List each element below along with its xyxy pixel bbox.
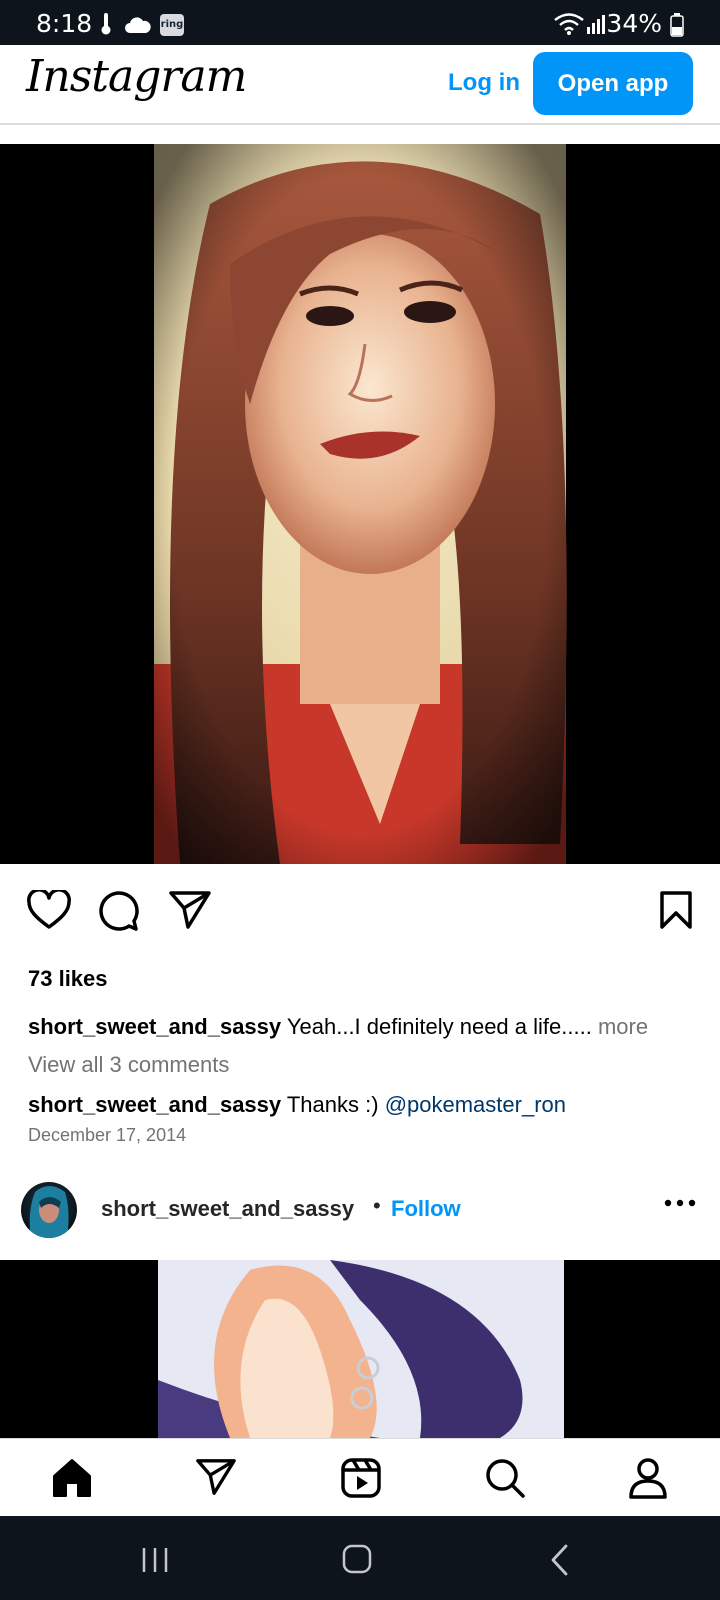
open-app-button[interactable]: Open app <box>533 52 693 115</box>
status-time: 8:18 <box>36 9 93 38</box>
comment: short_sweet_and_sassy Thanks :) @pokemas… <box>28 1092 566 1118</box>
share-icon[interactable] <box>168 890 212 930</box>
comment-username[interactable]: short_sweet_and_sassy <box>28 1092 281 1117</box>
more-link[interactable]: more <box>598 1014 648 1039</box>
feather-photo <box>158 1260 564 1438</box>
view-all-comments-link[interactable]: View all 3 comments <box>28 1052 229 1078</box>
separator-dot: • <box>373 1193 381 1218</box>
caption-text: Yeah...I definitely need a life..... <box>286 1014 592 1039</box>
wifi-icon <box>554 13 584 35</box>
heart-icon[interactable] <box>27 890 71 930</box>
post-actions <box>0 890 720 946</box>
direct-icon[interactable] <box>195 1457 237 1497</box>
likes-count[interactable]: 73 likes <box>28 966 108 992</box>
top-bar: Instagram Log in Open app <box>0 45 720 125</box>
bottom-tab-bar <box>0 1438 720 1517</box>
post-image-2[interactable] <box>0 1260 720 1438</box>
home-nav-icon[interactable] <box>342 1544 372 1574</box>
follow-button[interactable]: Follow <box>391 1196 461 1222</box>
bookmark-icon[interactable] <box>659 890 693 930</box>
home-icon[interactable] <box>51 1457 93 1499</box>
portrait-photo <box>154 144 567 864</box>
comment-mention[interactable]: @pokemaster_ron <box>385 1092 566 1117</box>
reels-icon[interactable] <box>340 1457 382 1499</box>
system-navigation-bar <box>0 1516 720 1600</box>
recents-icon[interactable] <box>141 1546 171 1574</box>
ring-app-icon: ring <box>160 14 184 36</box>
more-options-icon[interactable] <box>664 1198 696 1208</box>
cloud-icon <box>125 17 151 33</box>
comment-icon[interactable] <box>97 890 139 932</box>
post-caption: short_sweet_and_sassy Yeah...I definitel… <box>28 1014 648 1040</box>
post-date: December 17, 2014 <box>28 1125 187 1145</box>
post-image[interactable] <box>0 144 720 864</box>
avatar-image <box>29 1186 69 1238</box>
post-header: short_sweet_and_sassy • Follow <box>0 1180 720 1244</box>
profile-icon[interactable] <box>628 1457 668 1499</box>
back-icon[interactable] <box>550 1544 570 1576</box>
battery-icon <box>670 13 684 37</box>
search-icon[interactable] <box>484 1457 526 1499</box>
battery-percent: 34% <box>606 9 662 38</box>
avatar[interactable] <box>21 1182 77 1238</box>
comment-text: Thanks :) <box>286 1092 379 1117</box>
caption-username[interactable]: short_sweet_and_sassy <box>28 1014 281 1039</box>
post-username[interactable]: short_sweet_and_sassy <box>101 1196 354 1222</box>
log-in-link[interactable]: Log in <box>448 69 520 97</box>
instagram-logo[interactable]: Instagram <box>26 51 247 102</box>
status-bar: 8:18 ring 34% <box>0 0 720 45</box>
thermometer-icon <box>101 13 111 35</box>
signal-icon <box>587 15 605 34</box>
